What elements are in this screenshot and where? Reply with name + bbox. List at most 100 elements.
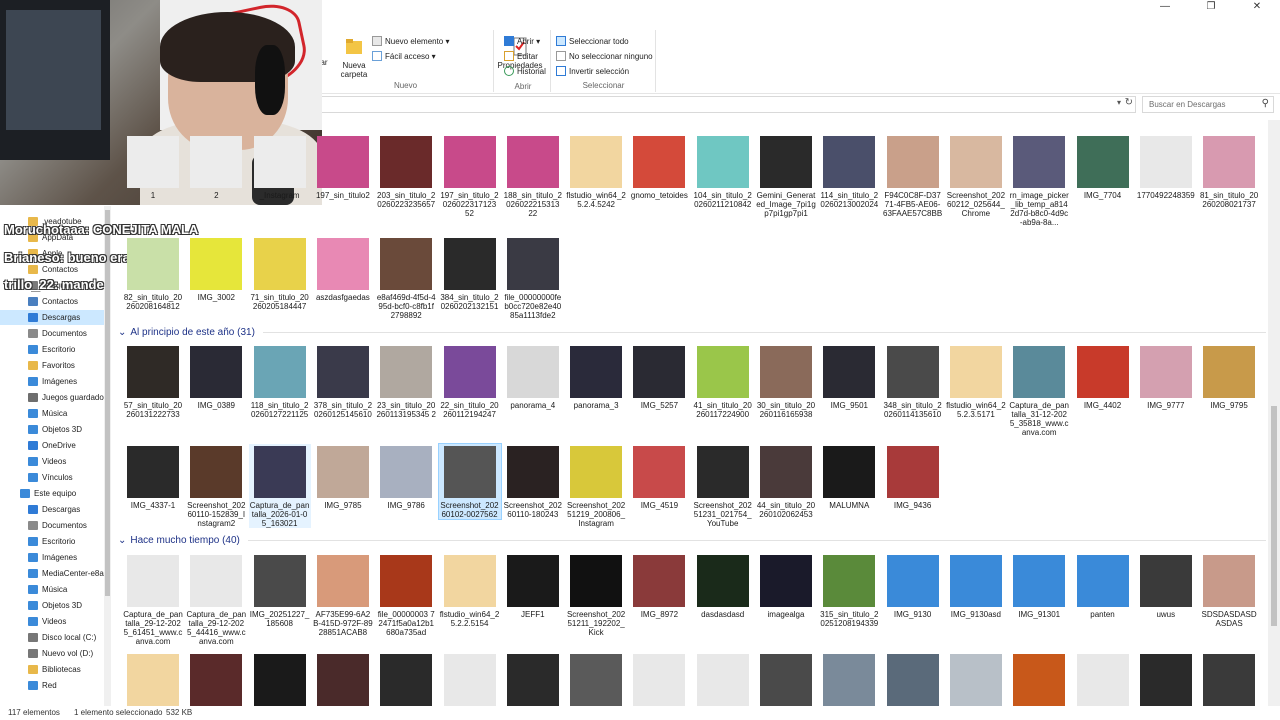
- sidebar-item[interactable]: Documentos: [0, 326, 106, 341]
- file-item[interactable]: IMG_20251227_185608: [249, 553, 311, 628]
- sidebar-item[interactable]: Videos: [0, 614, 106, 629]
- file-item[interactable]: 197_sin_titulo_2026022317123 52: [439, 134, 501, 218]
- group-header-this-year[interactable]: ⌄ Al principio de este año (31): [118, 327, 1266, 338]
- file-item[interactable]: file_00000003 72471f5a0a12b1680a735ad: [375, 553, 437, 637]
- file-item[interactable]: IMG_9130: [882, 553, 944, 619]
- address-bar[interactable]: ▾ ↻: [318, 96, 1136, 113]
- file-item[interactable]: IMG_9436: [882, 444, 944, 510]
- file-item[interactable]: F94C0C8F-D3771-4FB5-AE06-63FAAE57C8BB: [882, 134, 944, 218]
- sidebar-item[interactable]: Objetos 3D: [0, 422, 106, 437]
- file-item[interactable]: IMG_4519: [628, 444, 690, 510]
- file-item[interactable]: flstudio_win64_25.2.4.5242: [565, 134, 627, 209]
- file-item[interactable]: [1198, 652, 1260, 706]
- file-item[interactable]: panorama_3: [565, 344, 627, 410]
- file-item[interactable]: flstudio_win64_25.2.2.5154: [439, 553, 501, 628]
- file-item[interactable]: [249, 652, 311, 706]
- file-item[interactable]: IMG_9795: [1198, 344, 1260, 410]
- file-item[interactable]: IMG_91301: [1008, 553, 1070, 619]
- file-item[interactable]: IMG_7704: [1072, 134, 1134, 200]
- new-item-button[interactable]: Nuevo elemento ▾: [372, 36, 450, 46]
- search-icon[interactable]: ⚲: [1262, 98, 1269, 109]
- file-item[interactable]: IMG_5257: [628, 344, 690, 410]
- file-item[interactable]: 348_sin_titulo_20260114135610: [882, 344, 944, 419]
- file-item[interactable]: 188_sin_titulo_2026022215313 22: [502, 134, 564, 218]
- file-item[interactable]: 22_sin_titulo_20260112194247: [439, 344, 501, 419]
- sidebar-item[interactable]: Imágenes: [0, 374, 106, 389]
- file-item[interactable]: SDSDASDASDASDAS: [1198, 553, 1260, 628]
- file-item[interactable]: Screenshot_20251219_200806_Instagram: [565, 444, 627, 528]
- sidebar-item[interactable]: Favoritos: [0, 358, 106, 373]
- file-item[interactable]: [818, 652, 880, 706]
- new-folder-button[interactable]: Nueva carpeta: [336, 36, 372, 79]
- file-item[interactable]: 114_sin_titulo_20260213002024: [818, 134, 880, 209]
- file-item[interactable]: 384_sin_titulo_20260202132151: [439, 236, 501, 311]
- file-item[interactable]: 104_sin_titulo_20260211210842: [692, 134, 754, 209]
- file-item[interactable]: [565, 652, 627, 706]
- group-header-long-ago[interactable]: ⌄ Hace mucho tiempo (40): [118, 535, 1266, 546]
- file-item[interactable]: [1135, 652, 1197, 706]
- file-item[interactable]: [1008, 652, 1070, 706]
- sidebar-item[interactable]: Juegos guardado: [0, 390, 106, 405]
- file-item[interactable]: 2: [185, 134, 247, 200]
- file-item[interactable]: Captura_de_pantalla_29-12-2025_61451_www…: [122, 553, 184, 646]
- file-item[interactable]: [755, 652, 817, 706]
- sidebar-item[interactable]: Descargas: [0, 310, 106, 325]
- file-item[interactable]: IMG_0389: [185, 344, 247, 410]
- sidebar-item[interactable]: Escritorio: [0, 534, 106, 549]
- file-item[interactable]: 23_sin_titulo_20260113195345 2: [375, 344, 437, 419]
- file-item[interactable]: aszdasfgaedas: [312, 236, 374, 302]
- file-item[interactable]: e8af469d-4f5d-495d-bcf0-c8fb1f2798892: [375, 236, 437, 320]
- file-item[interactable]: AF735E99-6A2B-415D-972F-8928851ACAB8: [312, 553, 374, 637]
- file-item[interactable]: 203_sin_titulo_20260223235657: [375, 134, 437, 209]
- file-item[interactable]: imagealga: [755, 553, 817, 619]
- sidebar-item[interactable]: Documentos: [0, 518, 106, 533]
- file-item[interactable]: [692, 652, 754, 706]
- file-item[interactable]: IMG_9501: [818, 344, 880, 410]
- file-item[interactable]: [122, 652, 184, 706]
- sidebar-item[interactable]: MediaCenter-e8a: [0, 566, 106, 581]
- minimize-button[interactable]: —: [1142, 0, 1188, 14]
- sidebar-item[interactable]: Música: [0, 582, 106, 597]
- refresh-icon[interactable]: ↻: [1125, 97, 1133, 108]
- sidebar-item[interactable]: Videos: [0, 454, 106, 469]
- file-item[interactable]: panorama_4: [502, 344, 564, 410]
- file-item[interactable]: [1072, 652, 1134, 706]
- file-item[interactable]: IMG_4402: [1072, 344, 1134, 410]
- file-item[interactable]: rn_image_picker_lib_temp_a8142d7d-b8c0-4…: [1008, 134, 1070, 227]
- file-item[interactable]: [628, 652, 690, 706]
- chevron-down-icon[interactable]: ▾: [1117, 98, 1121, 107]
- file-item[interactable]: Gemini_Generated_Image_7pi1gp7pi1gp7pi1: [755, 134, 817, 218]
- file-item[interactable]: 118_sin_titulo_20260127221125: [249, 344, 311, 419]
- chevron-down-icon[interactable]: ⌄: [118, 535, 126, 546]
- file-item[interactable]: dasdasdasd: [692, 553, 754, 619]
- sidebar-item[interactable]: Red: [0, 678, 106, 693]
- file-item[interactable]: Screenshot_20260110-152839_Instagram2: [185, 444, 247, 528]
- file-item[interactable]: 81_sin_titulo_20260208021737: [1198, 134, 1260, 209]
- file-item[interactable]: 315_sin_titulo_20251208194339: [818, 553, 880, 628]
- sidebar-item[interactable]: Disco local (C:): [0, 630, 106, 645]
- sidebar-item[interactable]: Imágenes: [0, 550, 106, 565]
- file-item[interactable]: JEFF1: [502, 553, 564, 619]
- sidebar-item[interactable]: OneDrive: [0, 438, 106, 453]
- file-item[interactable]: [185, 652, 247, 706]
- content-scrollbar[interactable]: [1268, 120, 1280, 706]
- file-item[interactable]: [882, 652, 944, 706]
- maximize-button[interactable]: ❐: [1188, 0, 1234, 14]
- file-item[interactable]: file_00000000feb0cc720e82e4085a1113fde2: [502, 236, 564, 320]
- invert-selection-button[interactable]: Invertir selección: [556, 66, 629, 76]
- file-item[interactable]: Screenshot_20260110-180243: [502, 444, 564, 519]
- file-item[interactable]: IMG_8972: [628, 553, 690, 619]
- sidebar-item[interactable]: Vínculos: [0, 470, 106, 485]
- file-item[interactable]: Screenshot_20251231_021754_YouTube: [692, 444, 754, 528]
- sidebar-item[interactable]: Este equipo: [0, 486, 106, 501]
- edit-button[interactable]: Editar: [504, 51, 538, 61]
- sidebar-item[interactable]: Objetos 3D: [0, 598, 106, 613]
- file-item[interactable]: 197_sin_titulo2: [312, 134, 374, 200]
- file-item[interactable]: Screenshot_20260102-0027562: [437, 443, 502, 520]
- sidebar-item[interactable]: Descargas: [0, 502, 106, 517]
- file-item[interactable]: Screenshot_20260212_025644_Chrome: [945, 134, 1007, 218]
- file-item[interactable]: IMG_3002: [185, 236, 247, 302]
- file-item[interactable]: 82_sin_titulo_20260208164812: [122, 236, 184, 311]
- file-item[interactable]: Screenshot_20251211_192202_Kick: [565, 553, 627, 637]
- file-item[interactable]: Captura_de_pantalla_29-12-2025_44416_www…: [185, 553, 247, 646]
